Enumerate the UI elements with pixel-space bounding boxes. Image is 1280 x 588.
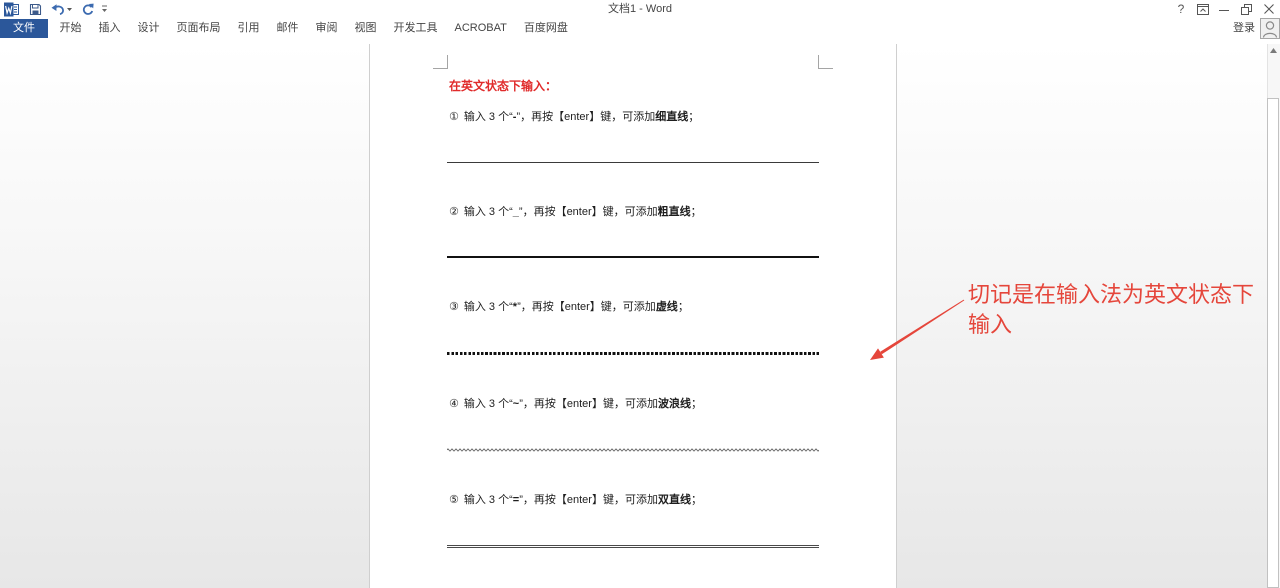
- item-number: ⑤: [449, 494, 459, 506]
- item-text: 输入 3 个“: [463, 111, 513, 123]
- item-text: 输入 3 个“: [463, 398, 513, 410]
- item-emphasis: 细直线: [655, 111, 689, 123]
- scrollbar-thumb[interactable]: [1267, 98, 1279, 588]
- close-icon[interactable]: [1264, 4, 1274, 14]
- tab-page-layout[interactable]: 页面布局: [168, 19, 229, 38]
- tab-file[interactable]: 文件: [0, 19, 48, 38]
- scroll-up-arrow-icon[interactable]: [1270, 48, 1277, 53]
- item-text: ”，再按【enter】键，可添加: [516, 111, 656, 123]
- crop-mark-top-right-horizontal: [818, 68, 833, 69]
- item-number: ①: [449, 111, 459, 123]
- window-title: 文档1 - Word: [608, 3, 672, 15]
- item-text: ；: [690, 494, 702, 506]
- tab-acrobat[interactable]: ACROBAT: [446, 19, 515, 38]
- title-bar: 文档1 - Word ?: [0, 0, 1280, 19]
- annotation-note: 切记是在输入法为英文状态下输入: [968, 283, 1255, 338]
- dotted-line: [447, 352, 819, 355]
- arrow-icon: [870, 299, 965, 360]
- item-number: ④: [449, 398, 459, 410]
- item-number: ③: [449, 301, 459, 313]
- help-button[interactable]: ?: [1175, 0, 1187, 19]
- item-text: ；: [688, 111, 700, 123]
- double-line: [447, 545, 819, 548]
- item-text: ”，再按【enter】键，可添加: [518, 206, 658, 218]
- paragraph-item-3[interactable]: ③ 输入 3 个“*”，再按【enter】键，可添加虚线；: [449, 299, 689, 315]
- redo-icon[interactable]: [82, 3, 94, 15]
- undo-icon[interactable]: [51, 3, 65, 15]
- paragraph-item-2[interactable]: ② 输入 3 个“_”，再按【enter】键，可添加粗直线；: [449, 204, 702, 220]
- wavy-line: [447, 448, 819, 452]
- crop-mark-top-left-horizontal: [433, 68, 448, 69]
- item-text: 输入 3 个“: [463, 206, 513, 218]
- avatar[interactable]: [1260, 18, 1280, 39]
- item-text: 输入 3 个“: [463, 301, 513, 313]
- restore-icon[interactable]: [1241, 4, 1252, 15]
- tab-review[interactable]: 审阅: [307, 19, 346, 38]
- tab-mailings[interactable]: 邮件: [268, 19, 307, 38]
- word-icon[interactable]: [4, 2, 19, 17]
- paragraph-item-5[interactable]: ⑤ 输入 3 个“=”，再按【enter】键，可添加双直线；: [449, 492, 702, 508]
- ribbon-display-options-icon[interactable]: [1197, 4, 1209, 15]
- crop-mark-top-left-vertical: [447, 55, 448, 69]
- item-text: ”，再按【enter】键，可添加: [519, 398, 658, 410]
- wavy-line-path: [447, 448, 819, 452]
- item-emphasis: 虚线: [655, 301, 678, 313]
- paragraph-item-4[interactable]: ④ 输入 3 个“~”，再按【enter】键，可添加波浪线；: [449, 396, 702, 412]
- item-number: ②: [449, 206, 459, 218]
- tab-baidu-netdisk[interactable]: 百度网盘: [515, 19, 576, 38]
- item-text: ”，再按【enter】键，可添加: [519, 494, 658, 506]
- document-page[interactable]: 在英文状态下输入： ① 输入 3 个“-”，再按【enter】键，可添加细直线； …: [370, 44, 896, 588]
- crop-mark-top-right-vertical: [818, 55, 819, 69]
- tab-design[interactable]: 设计: [129, 19, 168, 38]
- save-icon[interactable]: [29, 3, 42, 16]
- customize-quick-access-icon[interactable]: [101, 5, 108, 13]
- item-text: ；: [677, 301, 689, 313]
- thick-line: [447, 256, 819, 258]
- ribbon-tab-bar: 文件 开始 插入 设计 页面布局 引用 邮件 审阅 视图 开发工具 ACROBA…: [0, 18, 1280, 44]
- item-text: ；: [690, 206, 702, 218]
- tab-insert[interactable]: 插入: [90, 19, 129, 38]
- item-text: 输入 3 个“: [463, 494, 513, 506]
- item-text: ”，再按【enter】键，可添加: [517, 301, 656, 313]
- item-emphasis: 粗直线: [657, 206, 691, 218]
- thin-line: [447, 162, 819, 163]
- user-avatar-icon: [1260, 18, 1280, 39]
- dropdown-arrow-icon[interactable]: [67, 8, 72, 12]
- arrow-shaft: [880, 299, 965, 355]
- vertical-scrollbar[interactable]: [1267, 44, 1280, 588]
- item-emphasis: 波浪线: [657, 398, 691, 410]
- tab-view[interactable]: 视图: [346, 19, 385, 38]
- ribbon-tabs: 开始 插入 设计 页面布局 引用 邮件 审阅 视图 开发工具 ACROBAT 百…: [51, 19, 576, 38]
- document-heading[interactable]: 在英文状态下输入：: [449, 78, 557, 94]
- sign-in-link[interactable]: 登录: [1233, 19, 1255, 38]
- item-text: ；: [690, 398, 702, 410]
- tab-developer[interactable]: 开发工具: [385, 19, 446, 38]
- item-emphasis: 双直线: [657, 494, 691, 506]
- minimize-icon[interactable]: [1219, 4, 1229, 14]
- paragraph-item-1[interactable]: ① 输入 3 个“-”，再按【enter】键，可添加细直线；: [449, 109, 699, 125]
- tab-references[interactable]: 引用: [229, 19, 268, 38]
- tab-home[interactable]: 开始: [51, 19, 90, 38]
